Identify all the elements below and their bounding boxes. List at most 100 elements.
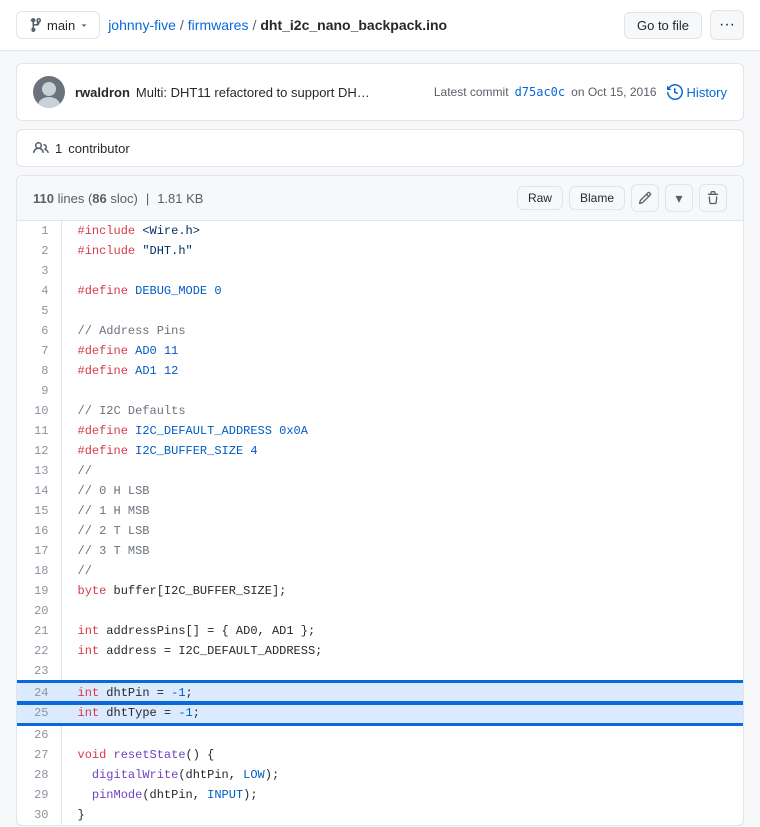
table-row: 2#include "DHT.h"	[17, 241, 743, 261]
branch-selector[interactable]: main	[16, 11, 100, 39]
file-lines: 110 lines (86 sloc)	[33, 191, 138, 206]
table-row: 8#define AD1 12	[17, 361, 743, 381]
line-number[interactable]: 15	[17, 501, 61, 521]
line-code: //	[61, 461, 743, 481]
line-code	[61, 261, 743, 281]
line-number[interactable]: 14	[17, 481, 61, 501]
more-button[interactable]: ▾	[665, 184, 693, 212]
table-row: 21int addressPins[] = { AD0, AD1 };	[17, 621, 743, 641]
branch-icon	[27, 17, 43, 33]
line-number[interactable]: 2	[17, 241, 61, 261]
line-number[interactable]: 26	[17, 724, 61, 745]
table-row: 28 digitalWrite(dhtPin, LOW);	[17, 765, 743, 785]
breadcrumb-owner[interactable]: johnny-five	[108, 17, 176, 33]
more-options-button[interactable]: ···	[710, 10, 744, 40]
commit-main: rwaldron Multi: DHT11 refactored to supp…	[75, 85, 424, 100]
line-number[interactable]: 5	[17, 301, 61, 321]
history-label: History	[687, 85, 727, 100]
pencil-icon	[638, 191, 652, 205]
line-number[interactable]: 1	[17, 221, 61, 241]
line-code: void resetState() {	[61, 745, 743, 765]
history-link[interactable]: History	[667, 84, 727, 100]
commit-meta: Latest commit d75ac0c on Oct 15, 2016	[434, 85, 657, 99]
line-number[interactable]: 9	[17, 381, 61, 401]
table-row: 30}	[17, 805, 743, 825]
line-number[interactable]: 25	[17, 703, 61, 724]
line-number[interactable]: 19	[17, 581, 61, 601]
line-code: int addressPins[] = { AD0, AD1 };	[61, 621, 743, 641]
line-number[interactable]: 4	[17, 281, 61, 301]
line-number[interactable]: 18	[17, 561, 61, 581]
commit-bar: rwaldron Multi: DHT11 refactored to supp…	[16, 63, 744, 121]
file-container: 110 lines (86 sloc) | 1.81 KB Raw Blame …	[16, 175, 744, 826]
table-row: 20	[17, 601, 743, 621]
line-number[interactable]: 24	[17, 682, 61, 703]
blame-button[interactable]: Blame	[569, 186, 625, 210]
table-row: 9	[17, 381, 743, 401]
line-code: int dhtPin = -1;	[61, 682, 743, 703]
line-number[interactable]: 30	[17, 805, 61, 825]
table-row: 11#define I2C_DEFAULT_ADDRESS 0x0A	[17, 421, 743, 441]
top-bar: main johnny-five / firmwares / dht_i2c_n…	[0, 0, 760, 51]
file-meta: 110 lines (86 sloc) | 1.81 KB	[33, 191, 501, 206]
breadcrumb-file: dht_i2c_nano_backpack.ino	[260, 17, 447, 33]
top-bar-actions: Go to file ···	[624, 10, 744, 40]
contributor-bar: 1 contributor	[16, 129, 744, 167]
commit-author[interactable]: rwaldron	[75, 85, 130, 100]
table-row: 19byte buffer[I2C_BUFFER_SIZE];	[17, 581, 743, 601]
table-row: 6// Address Pins	[17, 321, 743, 341]
breadcrumb: johnny-five / firmwares / dht_i2c_nano_b…	[108, 17, 616, 33]
commit-hash[interactable]: d75ac0c	[515, 85, 566, 99]
table-row: 29 pinMode(dhtPin, INPUT);	[17, 785, 743, 805]
line-code	[61, 601, 743, 621]
line-number[interactable]: 27	[17, 745, 61, 765]
table-row: 10// I2C Defaults	[17, 401, 743, 421]
history-icon	[667, 84, 683, 100]
table-row: 12#define I2C_BUFFER_SIZE 4	[17, 441, 743, 461]
table-row: 24int dhtPin = -1;	[17, 682, 743, 703]
table-row: 14// 0 H LSB	[17, 481, 743, 501]
line-number[interactable]: 12	[17, 441, 61, 461]
line-number[interactable]: 6	[17, 321, 61, 341]
line-number[interactable]: 21	[17, 621, 61, 641]
line-number[interactable]: 20	[17, 601, 61, 621]
line-code: }	[61, 805, 743, 825]
line-number[interactable]: 28	[17, 765, 61, 785]
line-number[interactable]: 22	[17, 641, 61, 661]
line-number[interactable]: 17	[17, 541, 61, 561]
commit-date: on Oct 15, 2016	[571, 85, 656, 99]
raw-button[interactable]: Raw	[517, 186, 563, 210]
line-number[interactable]: 10	[17, 401, 61, 421]
line-code	[61, 724, 743, 745]
line-number[interactable]: 7	[17, 341, 61, 361]
goto-file-button[interactable]: Go to file	[624, 12, 702, 39]
line-number[interactable]: 16	[17, 521, 61, 541]
line-code: #define AD0 11	[61, 341, 743, 361]
line-code: // Address Pins	[61, 321, 743, 341]
line-code: #include <Wire.h>	[61, 221, 743, 241]
line-number[interactable]: 11	[17, 421, 61, 441]
line-code: // 0 H LSB	[61, 481, 743, 501]
table-row: 22int address = I2C_DEFAULT_ADDRESS;	[17, 641, 743, 661]
table-row: 18//	[17, 561, 743, 581]
line-number[interactable]: 13	[17, 461, 61, 481]
table-row: 16// 2 T LSB	[17, 521, 743, 541]
table-row: 5	[17, 301, 743, 321]
line-number[interactable]: 3	[17, 261, 61, 281]
line-number[interactable]: 23	[17, 661, 61, 682]
table-row: 23	[17, 661, 743, 682]
line-code: pinMode(dhtPin, INPUT);	[61, 785, 743, 805]
line-code: byte buffer[I2C_BUFFER_SIZE];	[61, 581, 743, 601]
contributor-count: 1	[55, 141, 62, 156]
trash-icon	[706, 191, 720, 205]
breadcrumb-repo[interactable]: firmwares	[188, 17, 249, 33]
line-number[interactable]: 29	[17, 785, 61, 805]
line-code: //	[61, 561, 743, 581]
file-divider: |	[146, 191, 149, 206]
edit-button[interactable]	[631, 184, 659, 212]
delete-button[interactable]	[699, 184, 727, 212]
line-number[interactable]: 8	[17, 361, 61, 381]
line-code: #include "DHT.h"	[61, 241, 743, 261]
line-code: int address = I2C_DEFAULT_ADDRESS;	[61, 641, 743, 661]
line-code: #define I2C_DEFAULT_ADDRESS 0x0A	[61, 421, 743, 441]
